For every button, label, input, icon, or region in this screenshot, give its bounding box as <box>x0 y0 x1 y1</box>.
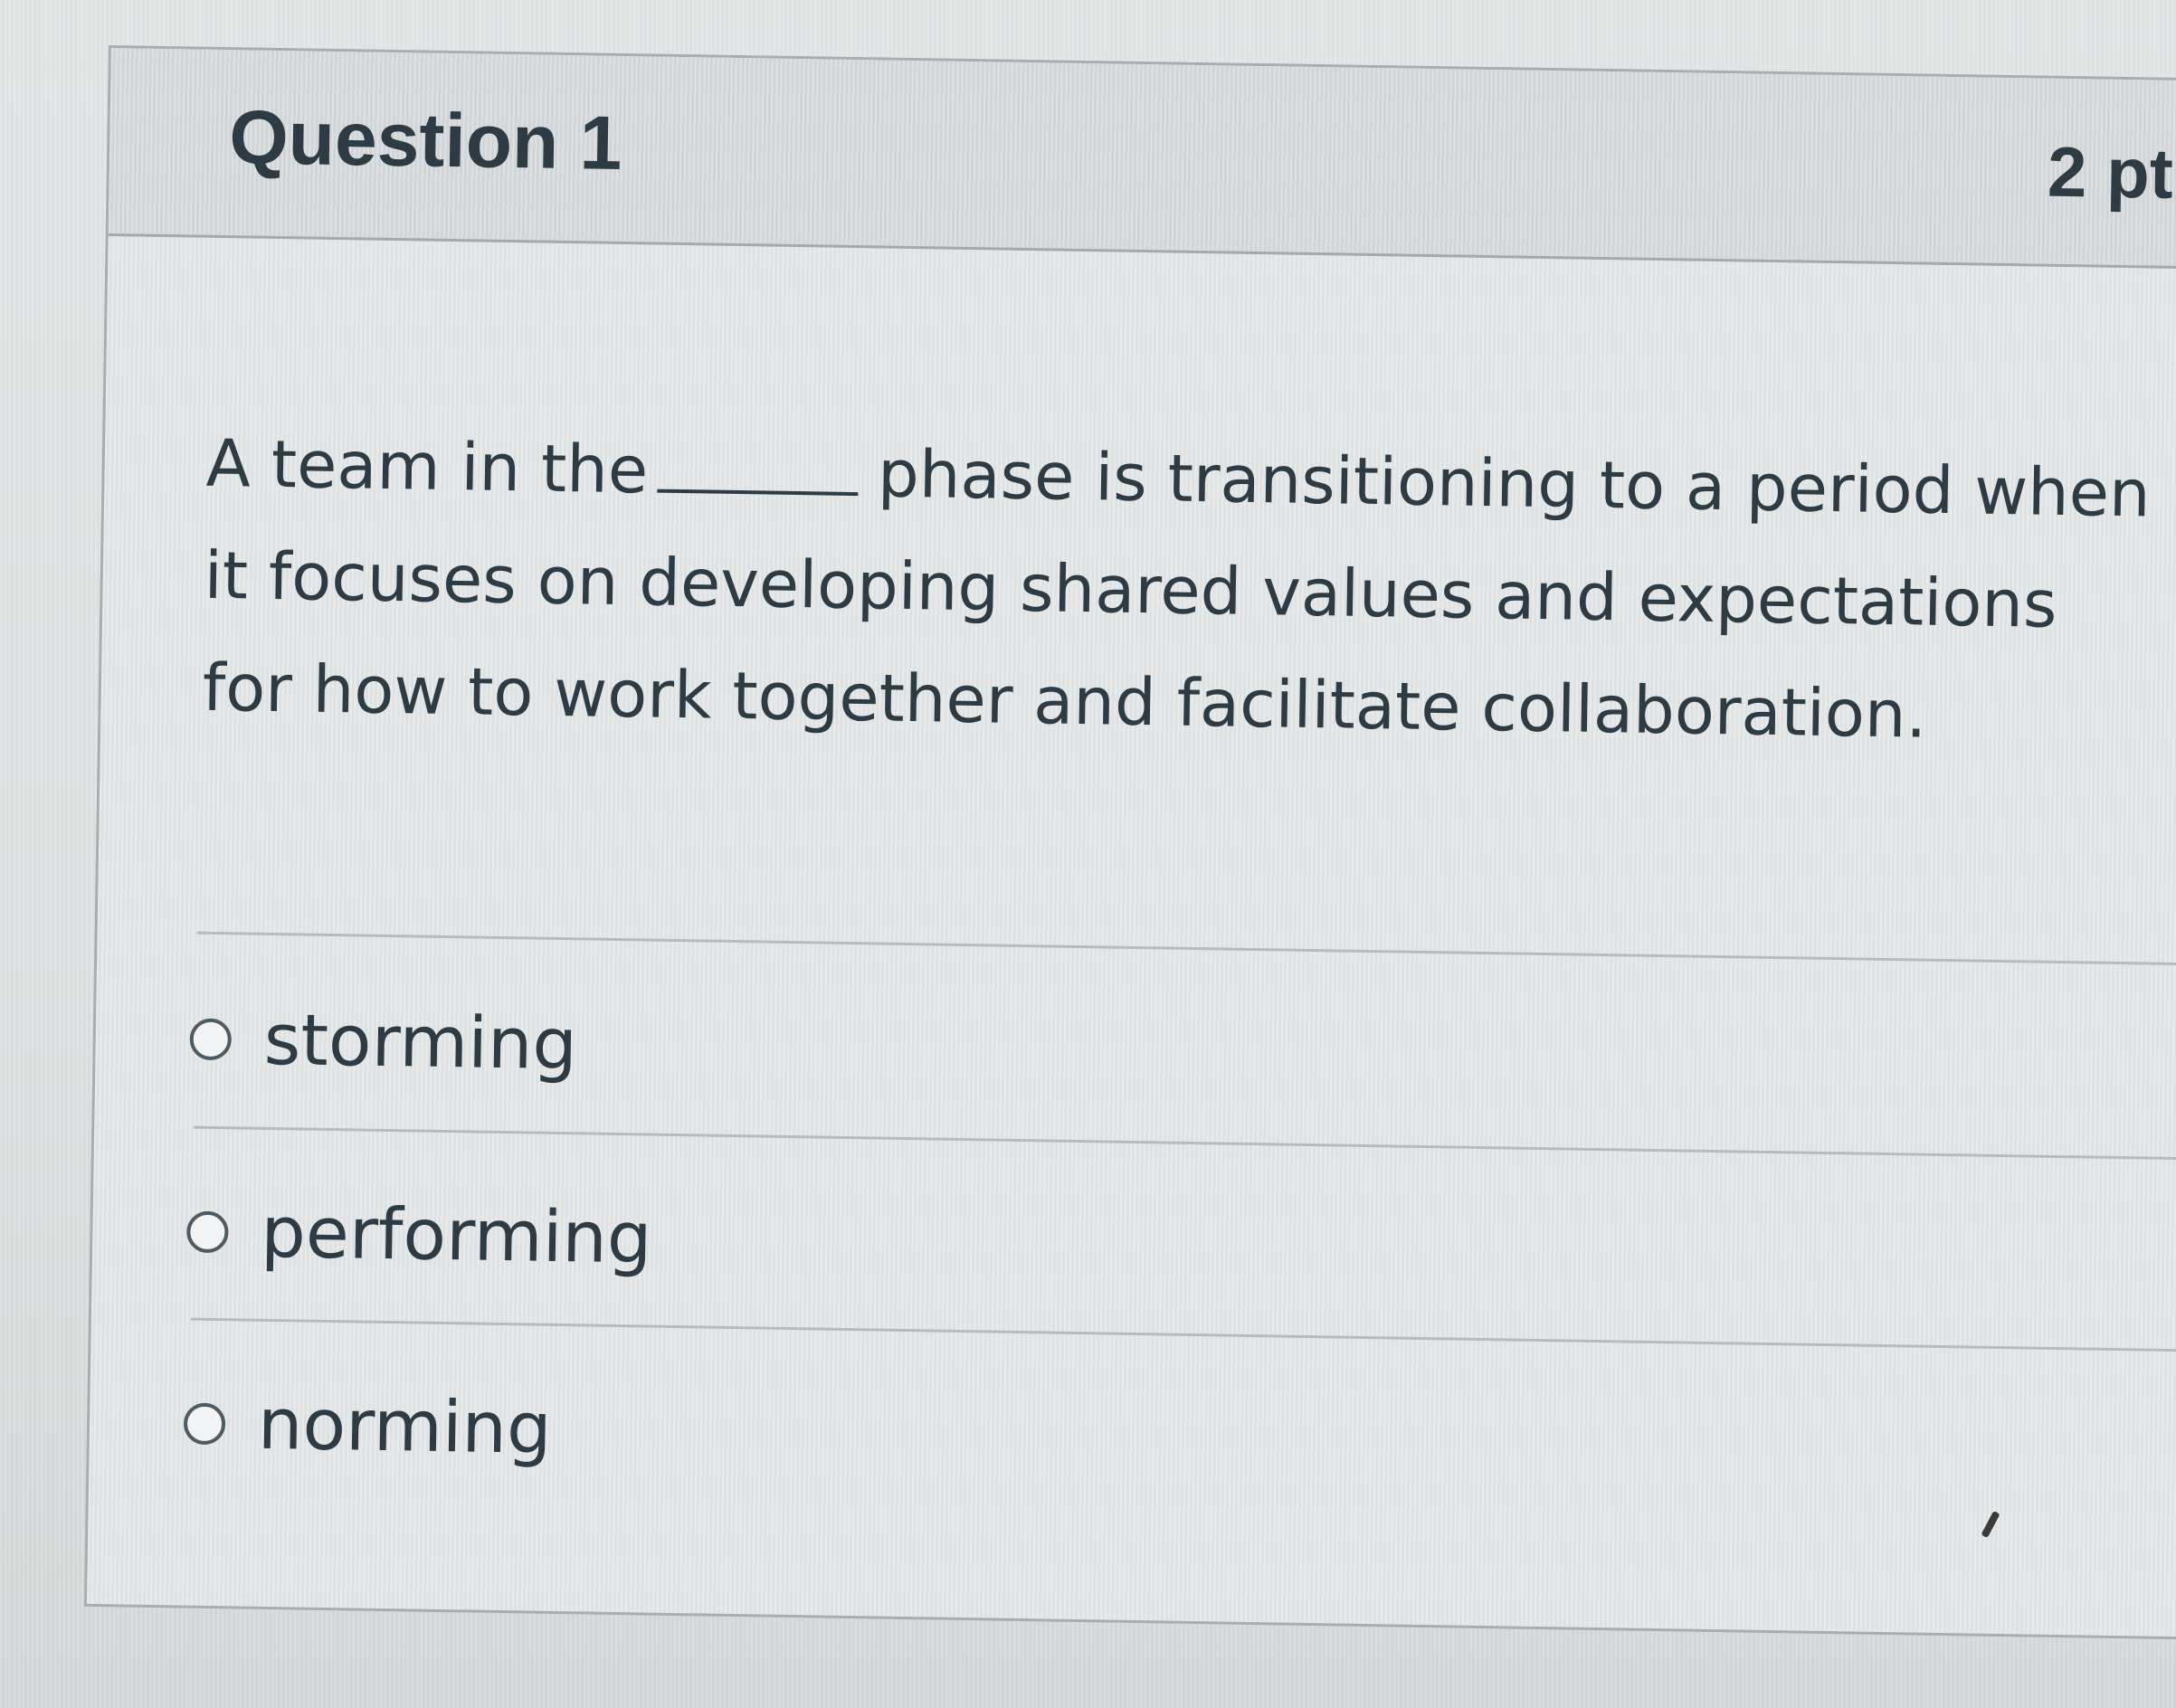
radio-empty-icon[interactable] <box>183 1402 226 1446</box>
answer-option-norming[interactable]: norming <box>183 1384 552 1470</box>
question-text: A team in the phase is transitioning to a… <box>202 407 2152 774</box>
question-title: Question 1 <box>228 94 623 185</box>
answer-divider <box>196 931 2176 966</box>
answer-divider <box>190 1317 2176 1352</box>
answer-label[interactable]: performing <box>261 1192 652 1280</box>
answer-label[interactable]: norming <box>257 1384 552 1470</box>
question-header: Question 1 2 pt <box>108 48 2176 270</box>
question-card: Question 1 2 pt A team in the phase is tr… <box>83 45 2176 1640</box>
question-text-before: A team in the <box>205 424 649 508</box>
radio-empty-icon[interactable] <box>186 1210 229 1254</box>
answer-option-storming[interactable]: storming <box>189 1000 578 1086</box>
answer-divider <box>194 1125 2176 1161</box>
radio-empty-icon[interactable] <box>189 1018 233 1061</box>
question-points: 2 pt <box>2047 131 2174 214</box>
answer-option-performing[interactable]: performing <box>186 1192 652 1280</box>
answer-label[interactable]: storming <box>263 1000 578 1086</box>
fill-in-blank <box>656 479 858 497</box>
